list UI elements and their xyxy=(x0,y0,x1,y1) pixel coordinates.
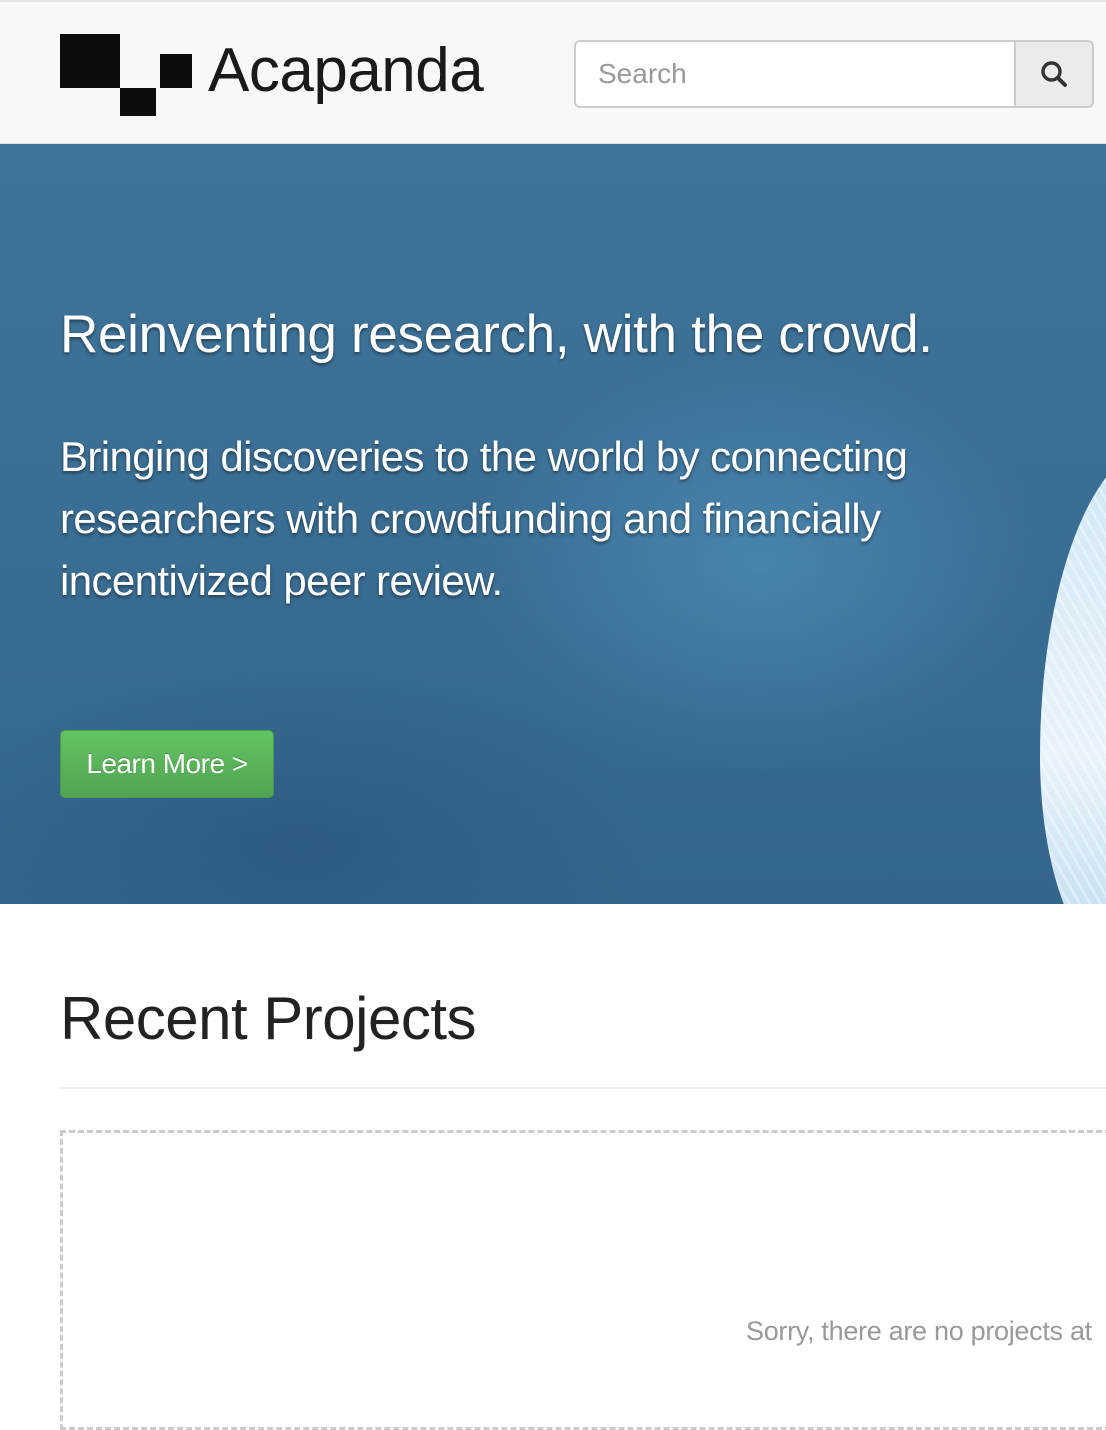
hero-banner: Reinventing research, with the crowd. Br… xyxy=(0,144,1106,904)
recent-projects-title: Recent Projects xyxy=(60,985,477,1052)
section-divider xyxy=(60,1087,1106,1089)
search-form xyxy=(574,40,1094,108)
search-button[interactable] xyxy=(1014,40,1094,108)
logo-icon xyxy=(60,32,192,116)
hero-decorative-image xyxy=(1040,444,1106,904)
hero-title: Reinventing research, with the crowd. xyxy=(60,305,933,364)
brand-link[interactable]: Acapanda xyxy=(60,32,484,116)
navbar: Acapanda xyxy=(0,0,1106,144)
projects-empty-state xyxy=(60,1130,1106,1430)
empty-projects-message: Sorry, there are no projects at xyxy=(746,1316,1092,1346)
hero-lead: Bringing discoveries to the world by con… xyxy=(60,433,908,604)
brand-name: Acapanda xyxy=(208,36,484,105)
search-input[interactable] xyxy=(574,40,1014,108)
learn-more-button[interactable]: Learn More > xyxy=(60,730,274,798)
search-icon xyxy=(1041,61,1067,87)
